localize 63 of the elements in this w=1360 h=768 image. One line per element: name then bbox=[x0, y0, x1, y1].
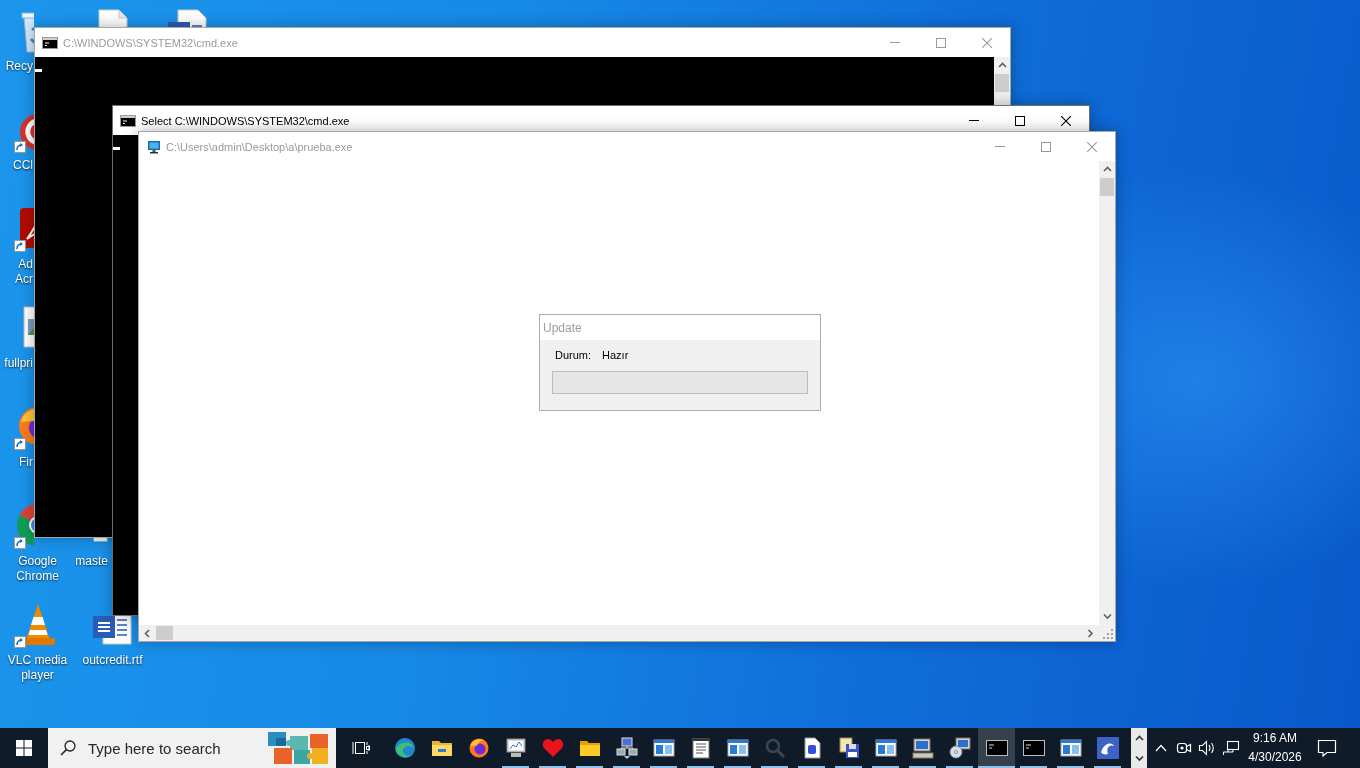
status-label: Durum: bbox=[555, 348, 592, 363]
panel-title: Update bbox=[540, 315, 820, 340]
desktop-icon-label[interactable]: Ad Acr bbox=[0, 257, 33, 287]
camera-icon bbox=[1175, 741, 1192, 755]
chevron-down-icon bbox=[1102, 613, 1112, 620]
computer-disc-icon bbox=[947, 736, 972, 760]
close-icon bbox=[1061, 115, 1071, 126]
notification-icon bbox=[1317, 739, 1337, 757]
vertical-scrollbar[interactable] bbox=[994, 57, 1010, 105]
chevron-right-icon bbox=[1087, 628, 1094, 638]
status-value: Hazır bbox=[602, 348, 629, 363]
speaker-icon bbox=[1198, 740, 1216, 756]
close-icon bbox=[1087, 141, 1097, 152]
maximize-icon bbox=[1015, 115, 1025, 126]
window-icon bbox=[725, 736, 750, 760]
monitor-icon bbox=[147, 139, 161, 154]
minimize-icon bbox=[995, 146, 1005, 147]
wave-tile-icon bbox=[1095, 736, 1120, 760]
desktop-icon-label[interactable]: CCl bbox=[0, 158, 33, 173]
horizontal-scrollbar[interactable] bbox=[139, 625, 1099, 641]
minimize-icon bbox=[969, 120, 979, 121]
network-computers-icon bbox=[614, 736, 639, 760]
clock-button[interactable]: 9:16 AM 4/30/2026 bbox=[1243, 728, 1307, 768]
window-icon bbox=[651, 736, 676, 760]
maximize-icon bbox=[1041, 141, 1051, 152]
close-icon bbox=[982, 37, 992, 48]
window-title: C:\Users\admin\Desktop\a\prueba.exe bbox=[166, 140, 353, 153]
vertical-scrollbar[interactable] bbox=[1099, 161, 1115, 625]
scrollbar-thumb[interactable] bbox=[995, 74, 1009, 92]
chevron-up-icon bbox=[1155, 744, 1167, 752]
task-view-icon bbox=[352, 740, 370, 756]
resize-grip-icon bbox=[1103, 629, 1113, 639]
desktop-icon-label[interactable]: Recy bbox=[0, 59, 33, 74]
desktop-icon-label[interactable]: fullpri bbox=[0, 356, 33, 371]
monitor-chart-icon bbox=[503, 736, 528, 760]
console-icon bbox=[120, 114, 136, 127]
window-icon bbox=[873, 736, 898, 760]
maximize-icon bbox=[936, 37, 946, 48]
chevron-up-icon bbox=[997, 62, 1007, 69]
minimize-icon bbox=[890, 42, 900, 43]
scrollbar-thumb[interactable] bbox=[1100, 178, 1114, 196]
heart-icon bbox=[540, 736, 565, 760]
window-title: C:\WINDOWS\SYSTEM32\cmd.exe bbox=[63, 36, 238, 49]
window-title: Select C:\WINDOWS\SYSTEM32\cmd.exe bbox=[141, 114, 350, 127]
search-icon bbox=[60, 740, 76, 756]
console-icon bbox=[42, 36, 58, 49]
taskbar-button[interactable] bbox=[978, 728, 1015, 768]
floppy-disk-icon bbox=[836, 736, 861, 760]
scrollbar-thumb[interactable] bbox=[156, 626, 173, 640]
chevron-up-icon bbox=[1134, 734, 1144, 742]
swirl-browser-icon bbox=[392, 736, 417, 760]
desktop-icon-label[interactable]: VLC media player bbox=[1, 653, 74, 683]
windows-logo-icon bbox=[16, 740, 32, 756]
window-icon bbox=[1058, 736, 1083, 760]
computer-icon bbox=[910, 736, 935, 760]
chevron-up-icon bbox=[1102, 166, 1112, 173]
chevron-left-icon bbox=[144, 628, 151, 638]
desktop-icon-label[interactable]: Fir bbox=[0, 455, 33, 470]
desktop-icon-label[interactable]: outcredit.rtf bbox=[76, 653, 149, 668]
desktop-icon-label[interactable]: Google Chrome bbox=[1, 554, 74, 584]
network-icon bbox=[1222, 740, 1240, 756]
desktop-icon-label[interactable]: maste bbox=[75, 554, 108, 569]
chevron-down-icon bbox=[1134, 754, 1144, 762]
